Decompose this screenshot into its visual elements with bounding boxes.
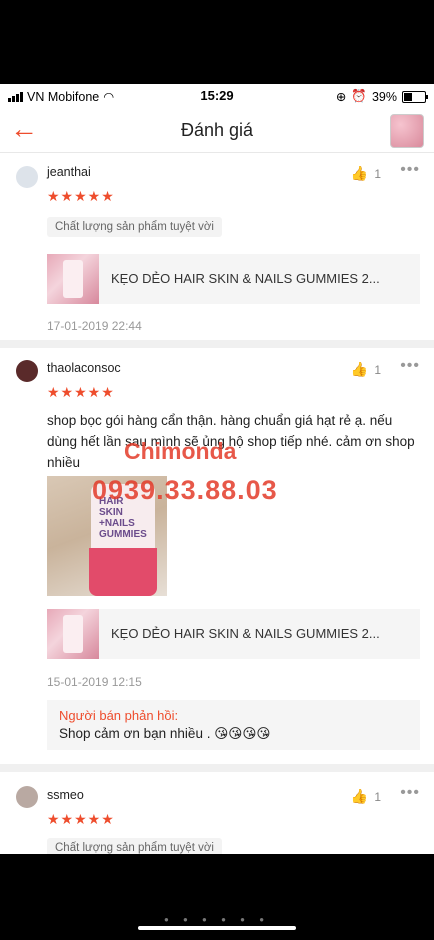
battery-icon (402, 90, 428, 103)
review-item: jeanthai 👍 1 ••• ★★★★★ Chất lượng sản ph… (0, 153, 434, 338)
product-name: KẸO DẺO HAIR SKIN & NAILS GUMMIES 2... (111, 626, 380, 641)
rating-stars: ★★★★★ (47, 811, 115, 827)
status-bar: VN Mobifone ◠ 15:29 ⊕ ⏰ 39% (0, 84, 434, 108)
rating-stars: ★★★★★ (47, 384, 115, 400)
more-options-icon[interactable]: ••• (400, 161, 420, 179)
review-item: ssmeo 👍 1 ••• ★★★★★ Chất lượng sản phẩm … (0, 772, 434, 854)
seller-reply: Người bán phản hồi: Shop cảm ơn bạn nhiề… (47, 700, 420, 750)
product-image (47, 609, 99, 659)
page-header: ← Đánh giá (0, 108, 434, 153)
watermark-phone: 0939.33.88.03 (92, 475, 278, 505)
page-title: Đánh giá (180, 120, 254, 140)
review-username: jeanthai (47, 165, 91, 179)
review-item: thaolaconsoc 👍 1 ••• ★★★★★ shop bọc gói … (0, 348, 434, 758)
like-button[interactable]: 👍 1 (351, 361, 381, 378)
thumbs-up-icon: 👍 (350, 165, 369, 181)
avatar (16, 360, 38, 382)
home-indicator[interactable] (138, 926, 296, 930)
more-options-icon[interactable]: ••• (400, 357, 420, 375)
like-button[interactable]: 👍 1 (351, 165, 381, 182)
like-count: 1 (374, 362, 381, 377)
watermark-name: Chimonda (124, 438, 237, 464)
product-link[interactable]: KẸO DẺO HAIR SKIN & NAILS GUMMIES 2... (47, 254, 420, 304)
divider (0, 764, 434, 772)
rating-stars: ★★★★★ (47, 188, 115, 204)
product-name: KẸO DẺO HAIR SKIN & NAILS GUMMIES 2... (111, 271, 380, 286)
product-link[interactable]: KẸO DẺO HAIR SKIN & NAILS GUMMIES 2... (47, 609, 420, 659)
review-tag: Chất lượng sản phẩm tuyệt vời (47, 838, 222, 854)
review-date: 15-01-2019 12:15 (47, 675, 142, 689)
thumbs-up-icon: 👍 (350, 788, 369, 804)
divider (0, 340, 434, 348)
orientation-lock-icon: ⊕ (335, 90, 347, 104)
seller-reply-header: Người bán phản hồi: (59, 708, 179, 723)
review-username: thaolaconsoc (47, 361, 121, 375)
page-indicator-dots: ● ● ● ● ● ● (163, 915, 271, 924)
battery-percent: 39% (371, 89, 397, 104)
alarm-icon: ⏰ (351, 89, 367, 103)
review-username: ssmeo (47, 788, 84, 802)
more-options-icon[interactable]: ••• (400, 784, 420, 802)
like-button[interactable]: 👍 1 (351, 788, 381, 805)
avatar (16, 166, 38, 188)
app-screen: VN Mobifone ◠ 15:29 ⊕ ⏰ 39% ← Đánh giá j… (0, 84, 434, 854)
product-thumbnail-button[interactable] (390, 114, 424, 148)
product-image (47, 254, 99, 304)
review-tag: Chất lượng sản phẩm tuyệt vời (47, 217, 222, 237)
like-count: 1 (374, 166, 381, 181)
review-date: 17-01-2019 22:44 (47, 319, 142, 333)
seller-reply-text: Shop cảm ơn bạn nhiều . 😘😘😘😘 (59, 726, 271, 741)
thumbs-up-icon: 👍 (350, 361, 369, 377)
like-count: 1 (374, 789, 381, 804)
avatar (16, 786, 38, 808)
